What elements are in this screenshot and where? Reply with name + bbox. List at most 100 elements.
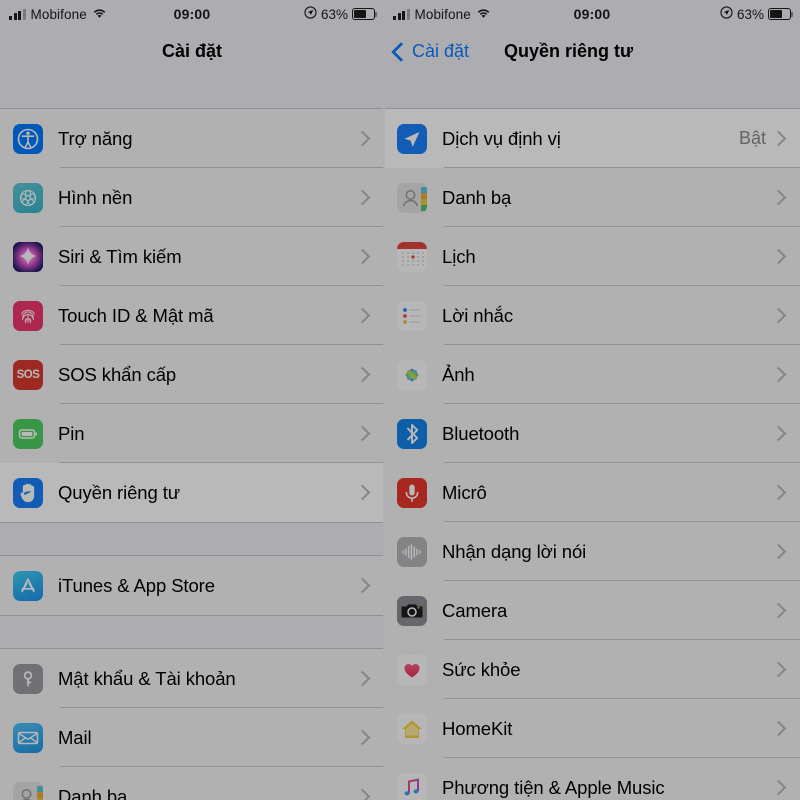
- location-services-indicator-icon: [720, 6, 733, 22]
- chevron-right-icon: [354, 788, 371, 800]
- list-item-label: Sức khỏe: [442, 658, 521, 680]
- list-item-label: HomeKit: [442, 717, 513, 739]
- list-item-label: Lời nhắc: [442, 304, 513, 326]
- status-bar-left: Mobifone 09:00 63%: [0, 0, 384, 28]
- health-heart-icon: [397, 654, 427, 685]
- chevron-right-icon: [770, 130, 787, 147]
- page-title-right: Quyền riêng tư: [504, 41, 634, 61]
- chevron-right-icon: [770, 425, 787, 442]
- chevron-right-icon: [770, 779, 787, 796]
- sidebar-item-privacy[interactable]: Quyền riêng tư: [0, 463, 384, 522]
- bluetooth-icon: [397, 418, 427, 449]
- chevron-right-icon: [354, 577, 371, 594]
- sidebar-item-mail[interactable]: Mail: [0, 708, 384, 767]
- list-item-camera[interactable]: Camera: [384, 581, 800, 640]
- settings-panel-right: Mobifone 09:00 63% Cài đặt Quyền riêng t…: [384, 0, 800, 800]
- status-bar-right-group: 63%: [720, 6, 794, 22]
- sidebar-item-label: Pin: [58, 422, 85, 444]
- chevron-right-icon: [354, 670, 371, 687]
- list-item-label: Lịch: [442, 245, 476, 267]
- chevron-right-icon: [770, 661, 787, 678]
- reminders-icon: [397, 300, 427, 331]
- privacy-hand-icon: [13, 477, 43, 508]
- sidebar-item-label: Mật khẩu & Tài khoản: [58, 667, 236, 689]
- chevron-right-icon: [770, 602, 787, 619]
- nav-bar-left: Cài đặt: [0, 28, 384, 75]
- chevron-right-icon: [770, 366, 787, 383]
- sidebar-item-label: SOS khẩn cấp: [58, 363, 177, 385]
- list-item-label: Phương tiện & Apple Music: [442, 776, 665, 798]
- chevron-right-icon: [770, 484, 787, 501]
- chevron-right-icon: [354, 130, 371, 147]
- list-item-label: Bluetooth: [442, 422, 520, 444]
- sos-icon: SOS: [13, 359, 43, 390]
- sidebar-item-siri-search[interactable]: Siri & Tìm kiếm: [0, 227, 384, 286]
- list-item-contacts[interactable]: Danh bạ: [384, 168, 800, 227]
- chevron-right-icon: [770, 543, 787, 560]
- battery-icon: [13, 418, 43, 449]
- list-item-location-services[interactable]: Dịch vụ định vị Bật: [384, 109, 800, 168]
- chevron-right-icon: [354, 248, 371, 265]
- section-gap: [0, 522, 384, 556]
- sidebar-item-touchid-passcode[interactable]: Touch ID & Mật mã: [0, 286, 384, 345]
- sidebar-item-label: Siri & Tìm kiếm: [58, 245, 182, 267]
- chevron-right-icon: [770, 307, 787, 324]
- list-item-calendar[interactable]: Lịch: [384, 227, 800, 286]
- sidebar-item-battery[interactable]: Pin: [0, 404, 384, 463]
- list-item-label: Micrô: [442, 481, 487, 503]
- music-note-icon: [397, 772, 427, 800]
- list-item-health[interactable]: Sức khỏe: [384, 640, 800, 699]
- back-button[interactable]: Cài đặt: [384, 41, 469, 62]
- app-store-icon: [13, 570, 43, 601]
- list-item-bluetooth[interactable]: Bluetooth: [384, 404, 800, 463]
- list-item-speech-recognition[interactable]: Nhận dạng lời nói: [384, 522, 800, 581]
- list-item-photos[interactable]: Ảnh: [384, 345, 800, 404]
- section-gap: [0, 615, 384, 649]
- chevron-right-icon: [354, 729, 371, 746]
- sidebar-item-label: Danh bạ: [58, 785, 128, 800]
- sidebar-item-label: Touch ID & Mật mã: [58, 304, 214, 326]
- key-icon: [13, 663, 43, 694]
- chevron-right-icon: [354, 366, 371, 383]
- list-item-microphone[interactable]: Micrô: [384, 463, 800, 522]
- location-services-indicator-icon: [304, 6, 317, 22]
- sidebar-item-contacts[interactable]: Danh bạ: [0, 767, 384, 800]
- list-item-reminders[interactable]: Lời nhắc: [384, 286, 800, 345]
- chevron-right-icon: [770, 720, 787, 737]
- battery-icon: [352, 8, 378, 20]
- sidebar-item-label: Mail: [58, 726, 92, 748]
- touchid-icon: [13, 300, 43, 331]
- section-gap: [384, 75, 800, 109]
- sidebar-item-accessibility[interactable]: Trợ năng: [0, 109, 384, 168]
- photos-icon: [397, 359, 427, 390]
- mail-icon: [13, 722, 43, 753]
- sidebar-item-passwords-accounts[interactable]: Mật khẩu & Tài khoản: [0, 649, 384, 708]
- status-bar-right-group: 63%: [304, 6, 378, 22]
- list-item-homekit[interactable]: HomeKit: [384, 699, 800, 758]
- chevron-left-icon: [391, 41, 411, 62]
- contacts-icon: [397, 182, 427, 213]
- sidebar-item-wallpaper[interactable]: Hình nền: [0, 168, 384, 227]
- siri-icon: [13, 241, 43, 272]
- battery-percent-label: 63%: [320, 6, 348, 22]
- sidebar-item-itunes-app-store[interactable]: iTunes & App Store: [0, 556, 384, 615]
- accessibility-icon: [13, 123, 43, 154]
- privacy-list: Dịch vụ định vị Bật Danh bạ Lịch Lời nhắ…: [384, 75, 800, 800]
- settings-list-left: Trợ năng Hình nền Siri & Tìm kiếm Touch …: [0, 75, 384, 800]
- list-item-media-apple-music[interactable]: Phương tiện & Apple Music: [384, 758, 800, 800]
- homekit-house-icon: [397, 713, 427, 744]
- speech-recognition-icon: [397, 536, 427, 567]
- panel-divider: [383, 0, 385, 800]
- microphone-icon: [397, 477, 427, 508]
- sidebar-item-label: Quyền riêng tư: [58, 481, 181, 503]
- section-gap: [0, 75, 384, 109]
- status-bar-right: Mobifone 09:00 63%: [384, 0, 800, 28]
- sidebar-item-label: Hình nền: [58, 186, 133, 208]
- location-arrow-icon: [397, 123, 427, 154]
- chevron-right-icon: [354, 307, 371, 324]
- sidebar-item-emergency-sos[interactable]: SOS SOS khẩn cấp: [0, 345, 384, 404]
- list-item-value: Bật: [738, 128, 766, 148]
- ios-settings-split-screenshot: Mobifone 09:00 63% Cài đặt Trợ năng Hình…: [0, 0, 800, 800]
- sidebar-item-label: iTunes & App Store: [58, 574, 215, 596]
- list-item-label: Camera: [442, 599, 508, 621]
